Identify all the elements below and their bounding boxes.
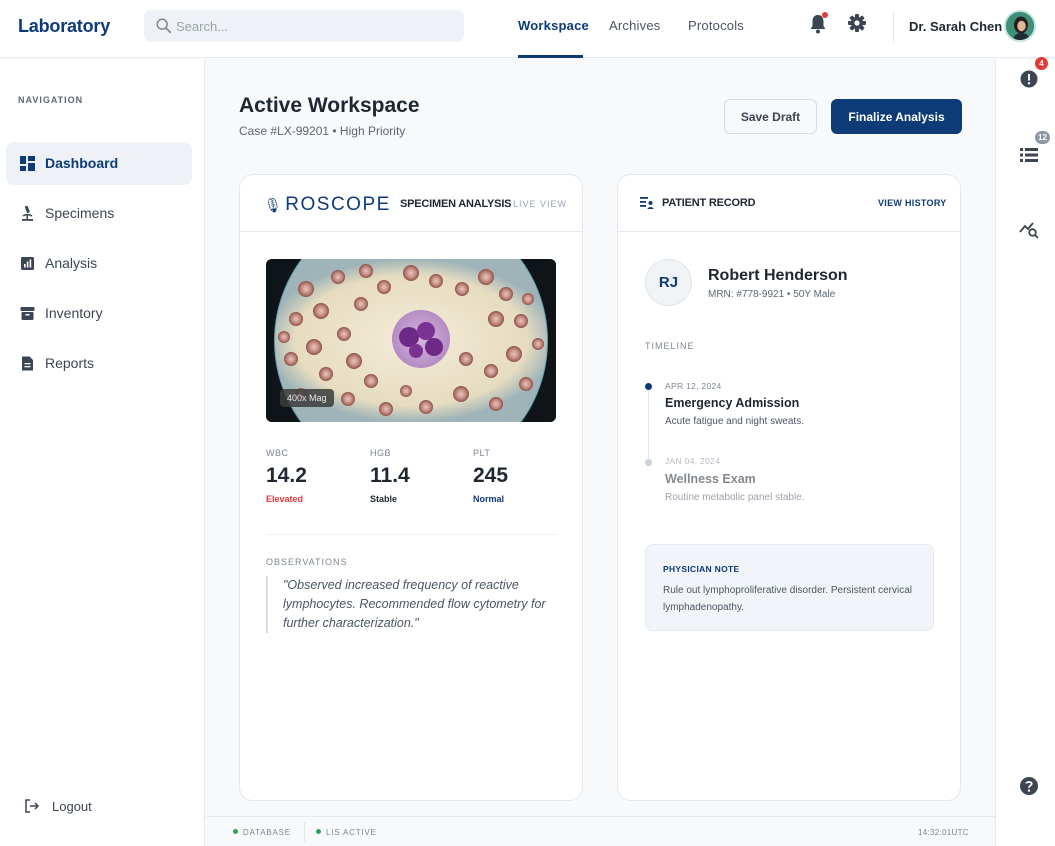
bar-chart-icon (21, 257, 34, 270)
specimen-card-header: 🎙 ROSCOPE SPECIMEN ANALYSIS LIVE VIEW (240, 175, 582, 232)
user-avatar[interactable] (1004, 10, 1036, 42)
dashboard-icon (20, 156, 35, 171)
case-subtitle: Case #LX-99201 • High Priority (239, 124, 406, 138)
status-dot-icon (233, 829, 238, 834)
microscope-icon (22, 206, 33, 221)
patient-avatar: RJ (645, 259, 692, 306)
tab-workspace[interactable]: Workspace (518, 18, 589, 33)
section-divider (266, 534, 556, 535)
specimen-analysis-card: 🎙 ROSCOPE SPECIMEN ANALYSIS LIVE VIEW 40… (239, 174, 583, 801)
alert-count-badge: 4 (1035, 57, 1048, 70)
tab-archives[interactable]: Archives (609, 18, 660, 33)
search-box[interactable] (144, 10, 464, 42)
view-history-link[interactable]: VIEW HISTORY (878, 198, 947, 208)
timeline-event-title[interactable]: Wellness Exam (665, 472, 756, 486)
timeline-line (648, 387, 649, 465)
search-input[interactable] (176, 10, 456, 42)
stat-value: 245 (473, 464, 509, 487)
patient-record-card: PATIENT RECORD VIEW HISTORY RJ Robert He… (617, 174, 961, 801)
finalize-analysis-button[interactable]: Finalize Analysis (831, 99, 962, 134)
timeline-dot (645, 459, 652, 466)
app-title[interactable]: Laboratory (18, 16, 110, 37)
stat-hgb: HGB 11.4 Stable (370, 448, 460, 504)
patient-card-header: PATIENT RECORD VIEW HISTORY (618, 175, 960, 232)
sidebar-item-label: Reports (45, 355, 95, 371)
page-title: Active Workspace (239, 94, 420, 117)
save-draft-button[interactable]: Save Draft (724, 99, 817, 134)
stat-status: Stable (370, 494, 398, 504)
status-footer: DATABASE LIS ACTIVE 14:32:01UTC (206, 816, 995, 846)
document-icon (22, 356, 33, 371)
status-dot-icon (316, 829, 321, 834)
roscope-logo: 🎙 ROSCOPE (264, 194, 391, 215)
task-count-badge: 12 (1035, 131, 1050, 144)
physician-note-label: PHYSICIAN NOTE (663, 564, 740, 574)
stat-plt: PLT 245 Normal (473, 448, 563, 504)
help-icon[interactable] (1018, 775, 1040, 797)
sidebar-item-label: Dashboard (45, 155, 119, 171)
sidebar-item-dashboard[interactable]: Dashboard (6, 142, 192, 185)
alert-icon[interactable] (1018, 68, 1040, 90)
sidebar-item-specimens[interactable]: Specimens (6, 192, 192, 235)
tab-protocols[interactable]: Protocols (688, 18, 744, 33)
logout-label: Logout (52, 799, 92, 814)
stat-status: Normal (473, 494, 505, 504)
user-name[interactable]: Dr. Sarah Chen (909, 19, 1002, 34)
patient-card-title: PATIENT RECORD (662, 197, 756, 209)
utc-time: 14:32:01UTC (918, 828, 969, 837)
archive-box-icon (20, 307, 35, 320)
logout-icon (25, 799, 40, 813)
timeline-event-desc: Routine metabolic panel stable. (665, 492, 805, 503)
specimen-card-title: SPECIMEN ANALYSIS (400, 198, 512, 210)
stat-key: PLT (473, 448, 491, 458)
database-status: DATABASE (233, 828, 291, 837)
patient-mrn: MRN: #778-9921 • 50Y Male (708, 289, 836, 300)
active-tab-indicator (518, 55, 583, 58)
stat-key: HGB (370, 448, 392, 458)
observations-label: OBSERVATIONS (266, 557, 348, 567)
sidebar-heading: NAVIGATION (18, 95, 84, 105)
sidebar-item-reports[interactable]: Reports (6, 342, 192, 385)
patient-name: Robert Henderson (708, 267, 848, 284)
top-bar: Laboratory Workspace Archives Protocols … (0, 0, 1055, 58)
search-icon (156, 18, 172, 34)
timeline-date: JAN 04, 2024 (665, 456, 721, 466)
avatar-portrait-icon (1006, 12, 1034, 40)
microscope-image[interactable]: 400x Mag (266, 259, 556, 422)
sidebar: NAVIGATION Dashboard Specimens Analysis … (0, 59, 205, 846)
footer-divider (304, 822, 305, 842)
gear-icon[interactable] (847, 13, 867, 33)
stat-wbc: WBC 14.2 Elevated (266, 448, 356, 504)
magnification-badge: 400x Mag (280, 389, 334, 407)
stat-value: 11.4 (370, 464, 410, 487)
trend-search-icon[interactable] (1018, 218, 1040, 240)
notification-dot (822, 12, 828, 18)
sidebar-item-label: Specimens (45, 205, 115, 221)
patient-record-icon (640, 197, 654, 209)
timeline-date: APR 12, 2024 (665, 381, 722, 391)
live-view-label[interactable]: LIVE VIEW (513, 199, 567, 209)
sidebar-item-inventory[interactable]: Inventory (6, 292, 192, 335)
stat-value: 14.2 (266, 464, 307, 487)
logout-button[interactable]: Logout (24, 797, 134, 817)
physician-note-text: Rule out lymphoproliferative disorder. P… (663, 585, 912, 613)
stat-status: Elevated (266, 494, 304, 504)
timeline-label: TIMELINE (645, 341, 695, 351)
physician-note: PHYSICIAN NOTE Rule out lymphoproliferat… (645, 544, 934, 631)
observations-text: "Observed increased frequency of reactiv… (266, 576, 556, 633)
timeline-event-desc: Acute fatigue and night sweats. (665, 416, 804, 427)
lis-status: LIS ACTIVE (316, 828, 377, 837)
stat-key: WBC (266, 448, 289, 458)
sidebar-item-analysis[interactable]: Analysis (6, 242, 192, 285)
header-divider (893, 12, 894, 42)
right-rail: 4 12 (995, 57, 1055, 846)
sidebar-item-label: Analysis (45, 255, 98, 271)
task-list-icon[interactable] (1018, 144, 1040, 166)
microphone-icon: 🎙 (264, 197, 284, 213)
timeline-event-title[interactable]: Emergency Admission (665, 396, 799, 410)
sidebar-item-label: Inventory (45, 305, 103, 321)
timeline-dot-active (645, 383, 652, 390)
